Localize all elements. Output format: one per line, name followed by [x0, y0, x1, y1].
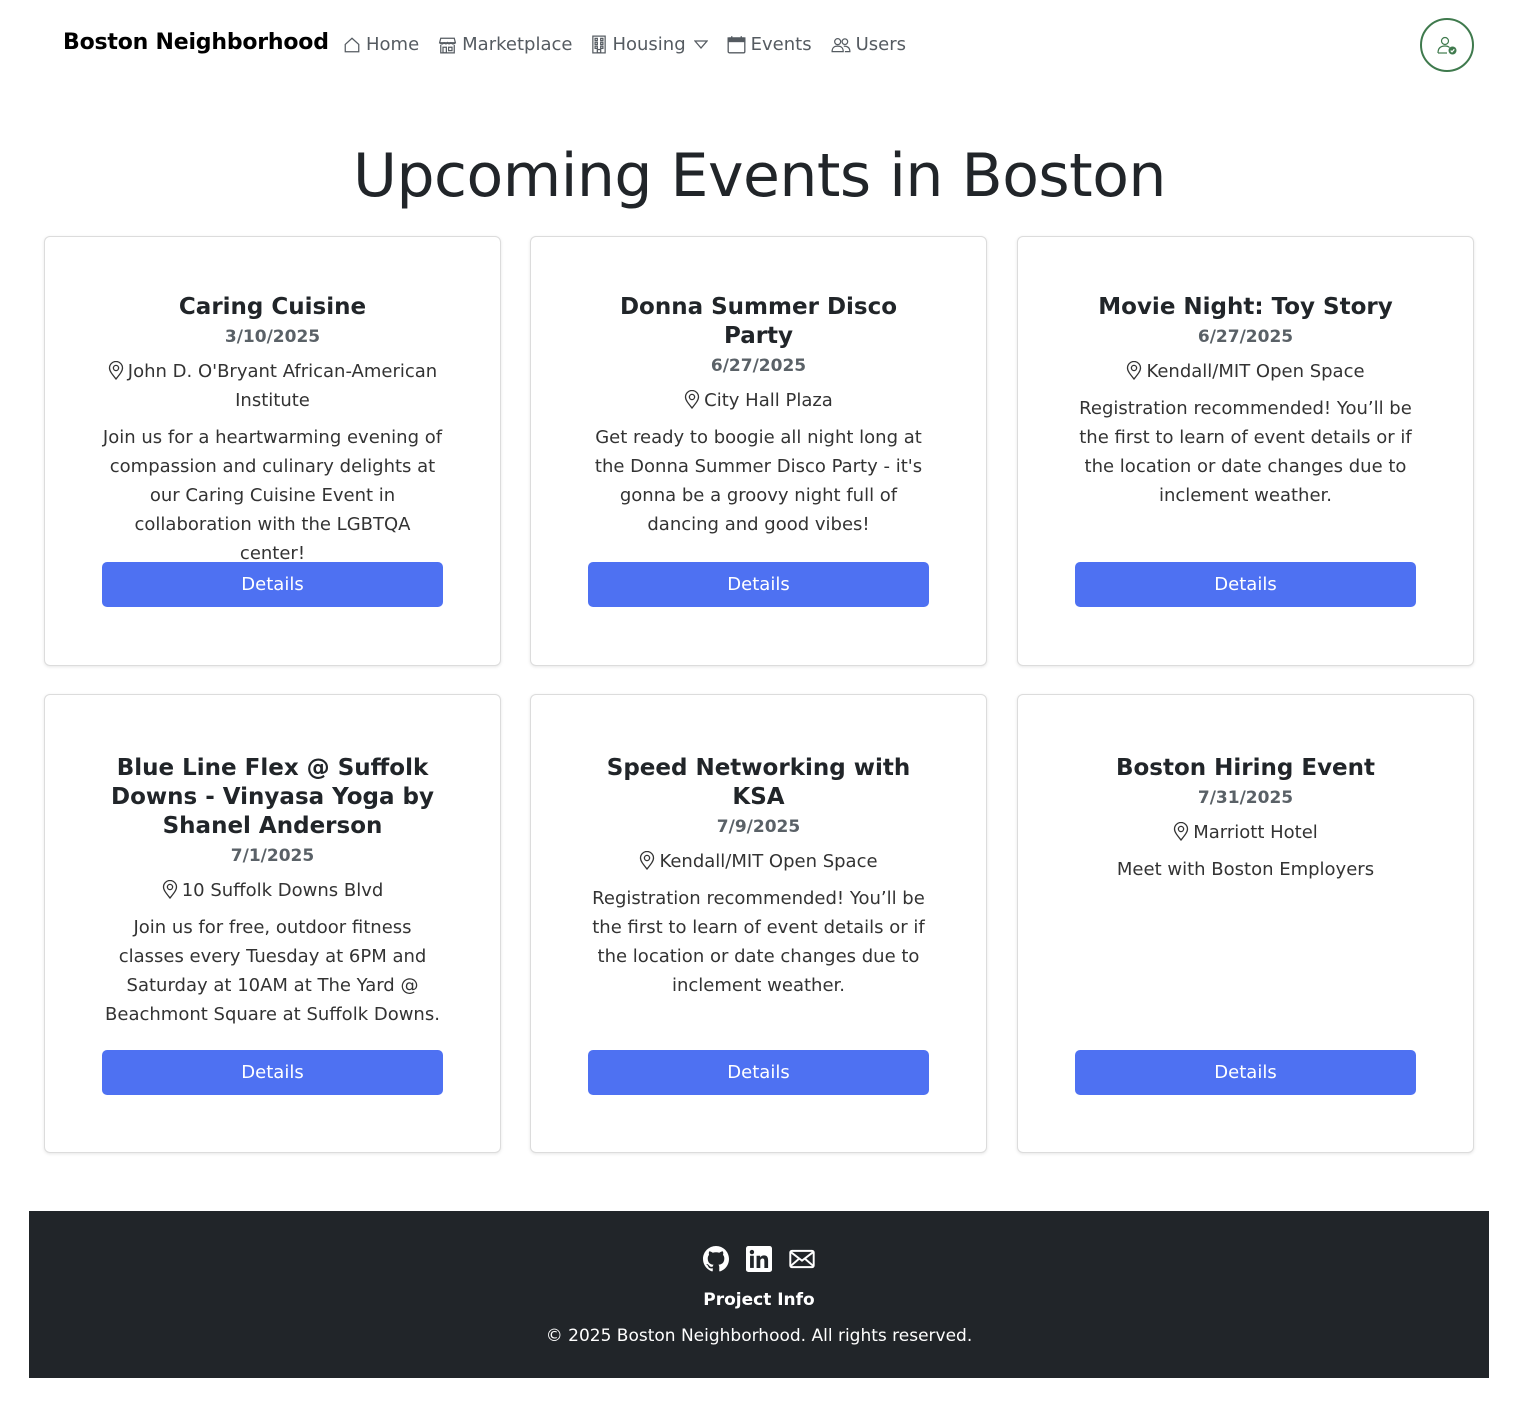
- event-title: Speed Networking with KSA: [606, 755, 911, 810]
- calendar-icon: [727, 36, 746, 54]
- event-date: 6/27/2025: [1197, 327, 1294, 347]
- details-button[interactable]: Details: [102, 1050, 443, 1095]
- event-card-body: Boston Hiring Event 7/31/2025 Marriott H…: [1075, 754, 1416, 884]
- details-button[interactable]: Details: [588, 562, 929, 607]
- nav-home[interactable]: Home: [343, 34, 419, 55]
- nav-marketplace[interactable]: Marketplace: [438, 34, 572, 55]
- project-info-link[interactable]: Project Info: [29, 1290, 1489, 1310]
- nav-events[interactable]: Events: [727, 34, 812, 55]
- event-location-text: Kendall/MIT Open Space: [1146, 361, 1365, 382]
- event-location-text: 10 Suffolk Downs Blvd: [181, 880, 384, 901]
- event-card-body: Blue Line Flex @ Suffolk Downs - Vinyasa…: [102, 754, 443, 1029]
- event-location: City Hall Plaza: [588, 386, 929, 415]
- event-card: Caring Cuisine 3/10/2025 John D. O'Bryan…: [44, 236, 501, 666]
- event-description: Meet with Boston Employers: [1116, 859, 1375, 880]
- geo-pin-icon: [685, 389, 700, 410]
- nav-links: Home Marketplace Housing Events Users: [343, 34, 925, 55]
- event-location-text: Kendall/MIT Open Space: [659, 851, 878, 872]
- geo-pin-icon: [640, 850, 655, 871]
- geo-pin-icon: [1127, 360, 1142, 381]
- user-check-icon: [1437, 36, 1457, 55]
- event-location: 10 Suffolk Downs Blvd: [102, 876, 443, 905]
- page-title: Upcoming Events in Boston: [353, 141, 1166, 211]
- details-button[interactable]: Details: [1075, 562, 1416, 607]
- linkedin-link[interactable]: [746, 1246, 772, 1272]
- geo-pin-icon: [162, 879, 177, 900]
- event-description: Registration recommended! You’ll be the …: [1079, 398, 1412, 506]
- geo-pin-icon: [1174, 821, 1189, 842]
- event-card-body: Caring Cuisine 3/10/2025 John D. O'Bryan…: [102, 293, 443, 568]
- event-title: Blue Line Flex @ Suffolk Downs - Vinyasa…: [111, 755, 434, 839]
- home-icon: [344, 36, 360, 52]
- envelope-icon: [789, 1249, 815, 1269]
- event-card: Boston Hiring Event 7/31/2025 Marriott H…: [1017, 694, 1474, 1153]
- event-card: Movie Night: Toy Story 6/27/2025 Kendall…: [1017, 236, 1474, 666]
- event-description: Get ready to boogie all night long at th…: [594, 427, 923, 535]
- nav-marketplace-label: Marketplace: [462, 34, 573, 55]
- copyright-text: © 2025 Boston Neighborhood. All rights r…: [545, 1326, 973, 1346]
- github-link[interactable]: [703, 1246, 729, 1272]
- event-date: 7/1/2025: [230, 846, 315, 866]
- nav-users-label: Users: [855, 34, 906, 55]
- details-button[interactable]: Details: [1075, 1050, 1416, 1095]
- building-icon: [592, 35, 607, 54]
- github-icon: [703, 1246, 729, 1272]
- event-title: Donna Summer Disco Party: [619, 294, 898, 349]
- chevron-down-icon: [693, 39, 708, 49]
- event-location: Kendall/MIT Open Space: [1075, 357, 1416, 386]
- event-title: Boston Hiring Event: [1115, 755, 1376, 781]
- event-location-text: City Hall Plaza: [704, 390, 833, 411]
- nav-home-label: Home: [366, 34, 420, 55]
- event-title: Movie Night: Toy Story: [1098, 294, 1393, 320]
- geo-pin-icon: [108, 360, 123, 381]
- event-card-body: Speed Networking with KSA 7/9/2025 Kenda…: [588, 754, 929, 1000]
- event-description: Join us for a heartwarming evening of co…: [102, 427, 443, 564]
- event-card-body: Donna Summer Disco Party 6/27/2025 City …: [588, 293, 929, 539]
- nav-housing-dropdown[interactable]: Housing: [591, 34, 708, 55]
- event-date: 7/9/2025: [716, 817, 801, 837]
- details-button[interactable]: Details: [102, 562, 443, 607]
- event-title: Caring Cuisine: [178, 294, 367, 320]
- event-location-text: Marriott Hotel: [1193, 822, 1318, 843]
- site-footer: Project Info © 2025 Boston Neighborhood.…: [29, 1211, 1489, 1378]
- nav-users[interactable]: Users: [831, 34, 906, 55]
- event-location: Marriott Hotel: [1075, 818, 1416, 847]
- event-date: 6/27/2025: [710, 356, 807, 376]
- event-description: Registration recommended! You’ll be the …: [592, 888, 925, 996]
- event-card: Speed Networking with KSA 7/9/2025 Kenda…: [530, 694, 987, 1153]
- event-location: Kendall/MIT Open Space: [588, 847, 929, 876]
- nav-events-label: Events: [750, 34, 812, 55]
- footer-social-icons: [29, 1246, 1489, 1272]
- top-navbar: Boston Neighborhood Home Marketplace Hou…: [0, 0, 1519, 92]
- brand-link[interactable]: Boston Neighborhood: [63, 30, 329, 55]
- email-link[interactable]: [789, 1246, 815, 1272]
- event-location-text: John D. O'Bryant African-American Instit…: [127, 361, 438, 411]
- people-icon: [831, 37, 851, 52]
- event-card-body: Movie Night: Toy Story 6/27/2025 Kendall…: [1075, 293, 1416, 510]
- user-profile-button[interactable]: [1420, 18, 1474, 72]
- event-date: 3/10/2025: [224, 327, 321, 347]
- event-card: Donna Summer Disco Party 6/27/2025 City …: [530, 236, 987, 666]
- event-description: Join us for free, outdoor fitness classe…: [105, 917, 440, 1025]
- details-button[interactable]: Details: [588, 1050, 929, 1095]
- event-date: 7/31/2025: [1197, 788, 1294, 808]
- linkedin-icon: [746, 1246, 772, 1272]
- nav-housing-label: Housing: [612, 34, 686, 55]
- event-card: Blue Line Flex @ Suffolk Downs - Vinyasa…: [44, 694, 501, 1153]
- event-location: John D. O'Bryant African-American Instit…: [102, 357, 443, 415]
- shop-icon: [438, 37, 457, 53]
